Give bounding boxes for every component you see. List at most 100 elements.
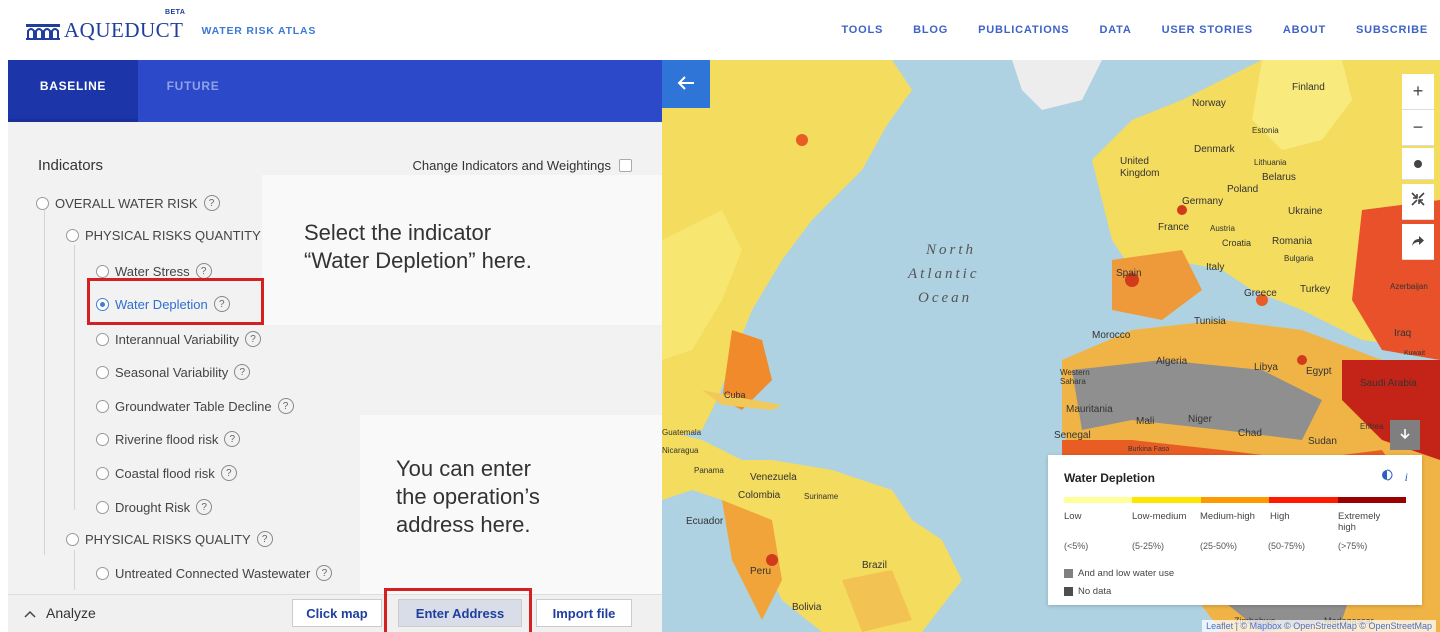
map-label: Suriname [804,492,839,501]
help-icon[interactable]: ? [196,499,213,515]
indicator-label: Coastal flood risk [115,465,215,481]
indicator-water-stress[interactable]: Water Stress ? [96,263,212,279]
map-label: Turkey [1300,284,1331,295]
map-label: Estonia [1252,126,1279,135]
change-weightings[interactable]: Change Indicators and Weightings [413,158,632,173]
radio-button[interactable] [96,332,109,346]
nav-blog[interactable]: BLOG [913,24,948,36]
map-label: Mauritania [1066,404,1113,415]
indicator-seasonal-variability[interactable]: Seasonal Variability ? [96,364,251,380]
map-label: Lithuania [1254,158,1287,167]
indicator-riverine-flood-risk[interactable]: Riverine flood risk ? [96,431,241,447]
collapse-sidebar-button[interactable] [662,60,710,108]
map-label: Tunisia [1194,316,1226,327]
map-legend: Water Depletion i Low Low-medium Medium-… [1048,455,1422,605]
help-icon[interactable]: ? [203,195,220,211]
indicator-physical-risks-quality[interactable]: PHYSICAL RISKS QUALITY ? [66,531,273,547]
radio-button[interactable] [36,196,49,210]
indicator-coastal-flood-risk[interactable]: Coastal flood risk ? [96,465,237,481]
callout-select-indicator: Select the indicator “Water Depletion” h… [262,175,662,325]
zoom-in-button[interactable]: + [1402,74,1434,110]
tree-line [74,550,75,590]
radio-button[interactable] [66,229,79,242]
map-label: Algeria [1156,356,1188,367]
ocean-label: North Atlantic Ocean [904,238,980,310]
legend-swatch [1132,497,1201,503]
legend-tools: i [1381,469,1408,485]
analyze-toggle[interactable]: Analyze [24,605,96,621]
tab-future[interactable]: FUTURE [158,60,228,122]
radio-button[interactable] [96,500,109,514]
help-icon[interactable]: ? [245,331,262,347]
basemap-button[interactable] [1402,148,1434,180]
analyze-bar: Analyze Click map Enter Address Import f… [8,594,662,632]
radio-button[interactable] [66,532,79,546]
main-nav: TOOLS BLOG PUBLICATIONS DATA USER STORIE… [811,24,1428,36]
legend-range: (<5%) [1064,541,1089,551]
download-button[interactable] [1390,420,1420,450]
import-file-button[interactable]: Import file [536,599,632,627]
help-icon[interactable]: ? [224,431,241,447]
help-icon[interactable]: ? [316,565,333,581]
legend-label: Medium-high [1200,511,1255,522]
nav-user-stories[interactable]: USER STORIES [1162,24,1253,36]
zoom-out-button[interactable]: − [1402,110,1434,146]
map-label: Peru [750,566,772,577]
map-label: Romania [1272,236,1313,247]
aqueduct-logo-icon [26,21,60,41]
callout-enter-address: You can enter the operation’s address he… [360,415,662,594]
highlight-water-depletion [87,278,264,325]
nav-subscribe[interactable]: SUBSCRIBE [1356,24,1428,36]
nav-about[interactable]: ABOUT [1283,24,1326,36]
fit-bounds-button[interactable] [1402,184,1434,220]
map-label: Cuba [724,390,746,400]
indicator-physical-risks-quantity[interactable]: PHYSICAL RISKS QUANTITY [66,228,261,243]
map-label: Sudan [1308,436,1337,447]
info-icon[interactable]: i [1405,470,1408,484]
radio-button[interactable] [96,466,109,480]
indicator-label: Interannual Variability [115,331,240,347]
click-map-button[interactable]: Click map [292,599,382,627]
tab-baseline[interactable]: BASELINE [8,60,138,122]
opacity-icon[interactable] [1381,469,1396,484]
help-icon[interactable]: ? [277,398,294,414]
map-label: Denmark [1194,144,1235,155]
legend-label: Low [1064,511,1082,522]
map-label: Austria [1210,224,1235,233]
map-label: Brazil [862,560,888,571]
indicator-overall-water-risk[interactable]: OVERALL WATER RISK ? [36,195,220,211]
map-attribution[interactable]: Leaflet | © Mapbox © OpenStreetMap © Ope… [1202,620,1436,632]
map-label: Azerbaijan [1390,282,1428,291]
radio-button[interactable] [96,399,109,413]
map-label: Belarus [1262,172,1296,183]
radio-button[interactable] [96,365,109,379]
nav-data[interactable]: DATA [1099,24,1131,36]
help-icon[interactable]: ? [234,364,251,380]
map-label: Senegal [1054,430,1091,441]
radio-button[interactable] [96,566,109,580]
radio-button[interactable] [96,264,109,278]
indicator-interannual-variability[interactable]: Interannual Variability ? [96,331,262,347]
help-icon[interactable]: ? [195,263,212,279]
compress-icon [1410,191,1426,212]
beta-badge: BETA [164,9,186,16]
nav-tools[interactable]: TOOLS [841,24,883,36]
indicator-groundwater-table-decline[interactable]: Groundwater Table Decline ? [96,398,294,414]
indicator-label: Water Stress [115,263,190,279]
chevron-up-icon [24,605,36,621]
help-icon[interactable]: ? [220,465,237,481]
legend-range: (50-75%) [1268,541,1306,551]
legend-arid-label: And and low water use [1078,568,1175,579]
logo[interactable]: AQUEDUCT BETA WATER RISK ATLAS [26,9,316,43]
share-button[interactable] [1402,224,1434,260]
indicator-untreated-connected-wastewater[interactable]: Untreated Connected Wastewater ? [96,565,333,581]
indicator-label: OVERALL WATER RISK [55,195,198,211]
indicator-drought-risk[interactable]: Drought Risk ? [96,499,213,515]
ocean-label-line: Ocean [918,290,973,306]
nav-publications[interactable]: PUBLICATIONS [978,24,1069,36]
change-weightings-checkbox[interactable] [619,159,632,172]
help-icon[interactable]: ? [256,531,273,547]
map-label: France [1158,222,1190,233]
indicator-label: PHYSICAL RISKS QUALITY [85,531,251,547]
radio-button[interactable] [96,432,109,446]
